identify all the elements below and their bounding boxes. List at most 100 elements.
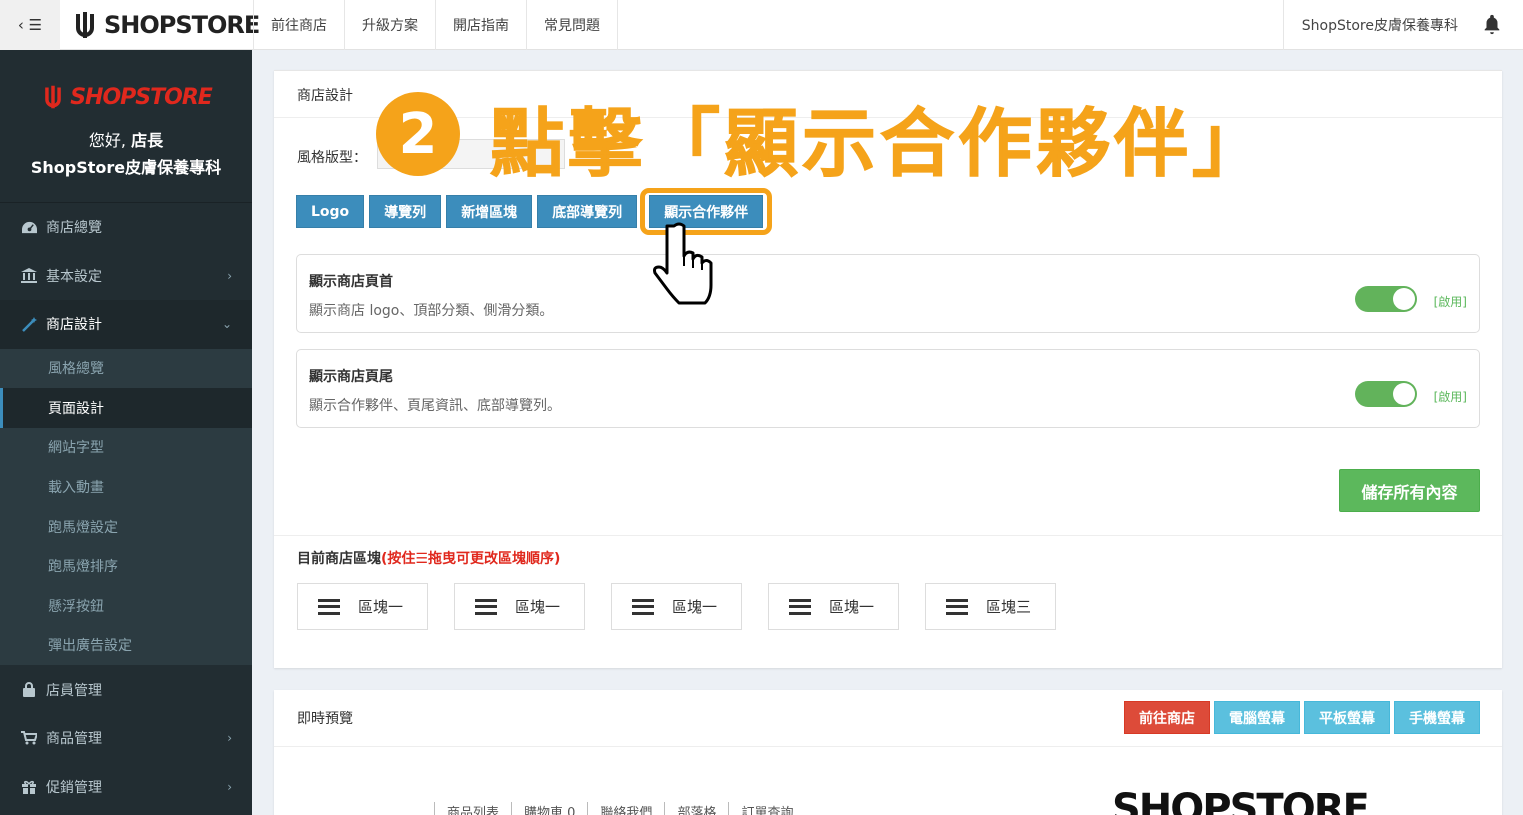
block-label: 區塊三 bbox=[986, 598, 1032, 616]
header-option: 顯示商店頁首 顯示商店 logo、頂部分類、側滑分類。 [啟用] bbox=[296, 254, 1480, 333]
panel-title: 商店設計 bbox=[297, 88, 353, 104]
sidebar-item-promotions[interactable]: 促銷管理 › bbox=[0, 762, 252, 811]
topnav-guide[interactable]: 開店指南 bbox=[435, 0, 526, 50]
footer-toggle[interactable] bbox=[1355, 381, 1417, 407]
preview-buttons: 前往商店 電腦螢幕 平板螢幕 手機螢幕 bbox=[1120, 701, 1480, 734]
live-preview-panel: 即時預覽 前往商店 電腦螢幕 平板螢幕 手機螢幕 商品列表 購物車 0 聯絡我們… bbox=[274, 690, 1502, 815]
shopstore-logo-icon bbox=[76, 12, 94, 38]
sidebar-item-label: 商品管理 bbox=[46, 731, 102, 747]
brand-name: SHOPSTORE bbox=[104, 11, 260, 39]
desktop-view-button[interactable]: 電腦螢幕 bbox=[1214, 701, 1300, 734]
sidebar-item-label: 店員管理 bbox=[46, 682, 102, 699]
sidebar-subitem-marquee-order[interactable]: 跑馬燈排序 bbox=[0, 546, 252, 586]
footer-navbar-button[interactable]: 底部導覽列 bbox=[537, 195, 638, 228]
sidebar-item-products[interactable]: 商品管理 › bbox=[0, 714, 252, 763]
sidebar-logo: SHOPSTORE bbox=[0, 84, 252, 110]
bank-icon bbox=[20, 268, 38, 284]
blocks-label-text: 目前商店區塊 bbox=[297, 551, 381, 567]
chevron-down-icon: ⌄ bbox=[221, 317, 232, 332]
logo-button[interactable]: Logo bbox=[296, 195, 365, 228]
toggle-state: [啟用] bbox=[1433, 390, 1467, 404]
dashboard-icon bbox=[20, 219, 38, 235]
drag-handle-icon[interactable] bbox=[632, 598, 654, 615]
sidebar-subitem-floating-button[interactable]: 懸浮按鈕 bbox=[0, 586, 252, 626]
sidebar-item-label: 商店總覽 bbox=[46, 220, 102, 237]
block-label: 區塊一 bbox=[672, 598, 718, 616]
drag-handle-icon[interactable] bbox=[318, 598, 340, 615]
navbar-button[interactable]: 導覽列 bbox=[369, 195, 442, 228]
top-bar: ‹ ☰ SHOPSTORE 前往商店 升級方案 開店指南 常見問題 ShopSt… bbox=[0, 0, 1523, 50]
sidebar-item-staff[interactable]: 店員管理 bbox=[0, 665, 252, 714]
tablet-view-button[interactable]: 平板螢幕 bbox=[1304, 701, 1390, 734]
preview-nav-item[interactable]: 商品列表 bbox=[434, 802, 511, 815]
greeting-name: 店長 bbox=[131, 131, 164, 150]
divider bbox=[274, 746, 1502, 747]
cart-icon bbox=[20, 730, 38, 746]
block-item[interactable]: 區塊一 bbox=[768, 583, 899, 630]
drag-handle-icon[interactable] bbox=[475, 598, 497, 615]
sidebar-item-store-design[interactable]: 商店設計 ⌄ bbox=[0, 300, 252, 349]
block-item[interactable]: 區塊一 bbox=[297, 583, 428, 630]
sidebar-subitem-page-design[interactable]: 頁面設計 bbox=[0, 388, 252, 428]
sidebar-subitem-loading-animation[interactable]: 載入動畫 bbox=[0, 467, 252, 507]
option-desc: 顯示合作夥伴、頁尾資訊、底部導覽列。 bbox=[309, 398, 561, 414]
toggle-knob bbox=[1393, 383, 1415, 405]
topnav-faq[interactable]: 常見問題 bbox=[526, 0, 618, 50]
preview-nav-item[interactable]: 購物車 0 bbox=[511, 802, 587, 815]
sidebar-submenu: 風格總覽 頁面設計 網站字型 載入動畫 跑馬燈設定 跑馬燈排序 懸浮按鈕 彈出廣… bbox=[0, 348, 252, 666]
step-instruction: 點擊「顯示合作夥伴」 bbox=[490, 101, 1270, 188]
sidebar-toggle-button[interactable]: ‹ ☰ bbox=[0, 0, 60, 50]
save-all-button[interactable]: 儲存所有內容 bbox=[1339, 469, 1480, 512]
brand-logo[interactable]: SHOPSTORE bbox=[70, 6, 260, 44]
block-list: 區塊一 區塊一 區塊一 區塊一 區塊三 bbox=[297, 583, 1082, 630]
toggle-state: [啟用] bbox=[1433, 295, 1467, 309]
sidebar-subitem-marquee-settings[interactable]: 跑馬燈設定 bbox=[0, 507, 252, 547]
bell-icon[interactable] bbox=[1481, 13, 1503, 35]
mobile-view-button[interactable]: 手機螢幕 bbox=[1394, 701, 1480, 734]
add-block-button[interactable]: 新增區塊 bbox=[446, 195, 533, 228]
store-name-menu[interactable]: ShopStore皮膚保養專科 bbox=[1282, 0, 1473, 50]
preview-nav-item[interactable]: 聯絡我們 bbox=[587, 802, 664, 815]
drag-handle-icon[interactable] bbox=[789, 598, 811, 615]
magic-wand-icon bbox=[20, 316, 38, 332]
preview-nav-item[interactable]: 部落格 bbox=[664, 802, 728, 815]
shopstore-logo-icon bbox=[45, 85, 61, 109]
gift-icon bbox=[20, 779, 38, 795]
sidebar-item-overview[interactable]: 商店總覽 bbox=[0, 203, 252, 252]
option-title: 顯示商店頁首 bbox=[309, 274, 393, 290]
hand-pointer-icon bbox=[653, 222, 713, 305]
sidebar-item-label: 基本設定 bbox=[46, 268, 102, 285]
topnav-upgrade[interactable]: 升級方案 bbox=[344, 0, 435, 50]
step-badge: 2 bbox=[376, 92, 460, 176]
sidebar-subitem-popup-ad[interactable]: 彈出廣告設定 bbox=[0, 626, 252, 666]
chevron-right-icon: › bbox=[227, 779, 232, 794]
preview-logo: SHOPSTORE bbox=[1112, 786, 1370, 815]
block-label: 區塊一 bbox=[829, 598, 875, 616]
preview-nav-item[interactable]: 訂單查詢 bbox=[728, 802, 805, 815]
sidebar-logo-text: SHOPSTORE bbox=[70, 84, 213, 110]
footer-option: 顯示商店頁尾 顯示合作夥伴、頁尾資訊、底部導覽列。 [啟用] bbox=[296, 349, 1480, 428]
sidebar-subitem-style-overview[interactable]: 風格總覽 bbox=[0, 349, 252, 389]
sidebar-store-name: ShopStore皮膚保養專科 bbox=[30, 158, 222, 177]
sidebar-item-basic-settings[interactable]: 基本設定 › bbox=[0, 252, 252, 301]
go-store-button[interactable]: 前往商店 bbox=[1124, 701, 1210, 734]
sidebar-item-label: 促銷管理 bbox=[46, 779, 102, 796]
block-label: 區塊一 bbox=[515, 598, 561, 616]
block-item[interactable]: 區塊一 bbox=[611, 583, 742, 630]
chevron-right-icon: › bbox=[227, 268, 232, 283]
blocks-hint: (按住☰拖曳可更改區塊順序) bbox=[381, 551, 561, 567]
block-item[interactable]: 區塊一 bbox=[454, 583, 585, 630]
divider bbox=[274, 535, 1502, 536]
sidebar-item-label: 商店設計 bbox=[46, 317, 102, 334]
topnav-go-store[interactable]: 前往商店 bbox=[253, 0, 344, 50]
preview-nav: 商品列表 購物車 0 聯絡我們 部落格 訂單查詢 bbox=[434, 802, 805, 815]
sidebar-greeting: 您好, 店長 bbox=[0, 127, 252, 151]
lock-icon bbox=[20, 682, 38, 698]
header-toggle[interactable] bbox=[1355, 286, 1417, 312]
sidebar-subitem-fonts[interactable]: 網站字型 bbox=[0, 428, 252, 468]
block-label: 區塊一 bbox=[358, 598, 404, 616]
style-label: 風格版型： bbox=[297, 150, 367, 166]
option-title: 顯示商店頁尾 bbox=[309, 369, 393, 385]
drag-handle-icon[interactable] bbox=[946, 598, 968, 615]
block-item[interactable]: 區塊三 bbox=[925, 583, 1056, 630]
